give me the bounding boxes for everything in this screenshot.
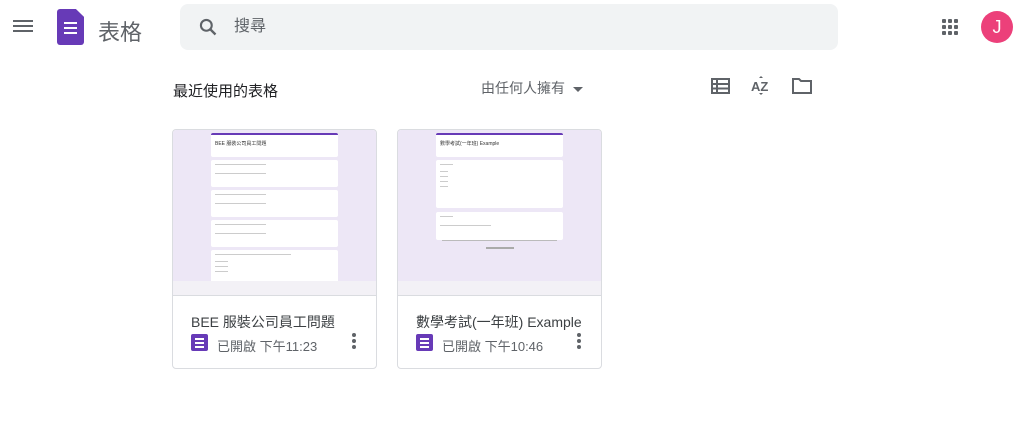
search-icon[interactable] bbox=[198, 17, 218, 37]
owner-filter-label: 由任何人擁有 bbox=[481, 80, 565, 96]
form-title: 數學考試(一年班) Example bbox=[416, 314, 582, 330]
avatar[interactable]: J bbox=[981, 11, 1013, 43]
form-card[interactable]: BEE 服裝公司員工問題 BEE 服裝公司員工問題 已開啟 下午11:23 bbox=[172, 129, 377, 369]
thumbnail-title: BEE 服裝公司員工問題 bbox=[215, 141, 267, 147]
sort-az-icon[interactable]: AZ bbox=[750, 76, 772, 96]
search-bar bbox=[180, 4, 838, 50]
owner-filter-dropdown[interactable]: 由任何人擁有 bbox=[481, 78, 583, 98]
more-options-icon[interactable] bbox=[351, 333, 357, 351]
form-thumbnail: 數學考試(一年班) Example bbox=[398, 130, 601, 296]
apps-grid-icon[interactable] bbox=[942, 19, 958, 35]
forms-icon bbox=[416, 334, 433, 351]
form-title: BEE 服裝公司員工問題 bbox=[191, 314, 335, 330]
opened-time: 已開啟 下午10:46 bbox=[442, 339, 544, 354]
opened-time: 已開啟 下午11:23 bbox=[217, 339, 318, 354]
list-view-icon[interactable] bbox=[710, 76, 732, 96]
app-title: 表格 bbox=[98, 20, 143, 45]
section-title: 最近使用的表格 bbox=[173, 83, 279, 100]
form-thumbnail: BEE 服裝公司員工問題 bbox=[173, 130, 376, 296]
main-menu-button[interactable] bbox=[13, 17, 33, 33]
forms-logo-icon[interactable] bbox=[57, 9, 84, 45]
folder-icon[interactable] bbox=[791, 76, 813, 96]
search-input[interactable] bbox=[234, 4, 814, 50]
thumbnail-title: 數學考試(一年班) Example bbox=[440, 141, 500, 147]
form-card[interactable]: 數學考試(一年班) Example 數學考試(一年班) Example 已開啟 … bbox=[397, 129, 602, 369]
caret-down-icon bbox=[573, 86, 583, 92]
more-options-icon[interactable] bbox=[576, 333, 582, 351]
svg-text:AZ: AZ bbox=[751, 79, 768, 94]
forms-icon bbox=[191, 334, 208, 351]
